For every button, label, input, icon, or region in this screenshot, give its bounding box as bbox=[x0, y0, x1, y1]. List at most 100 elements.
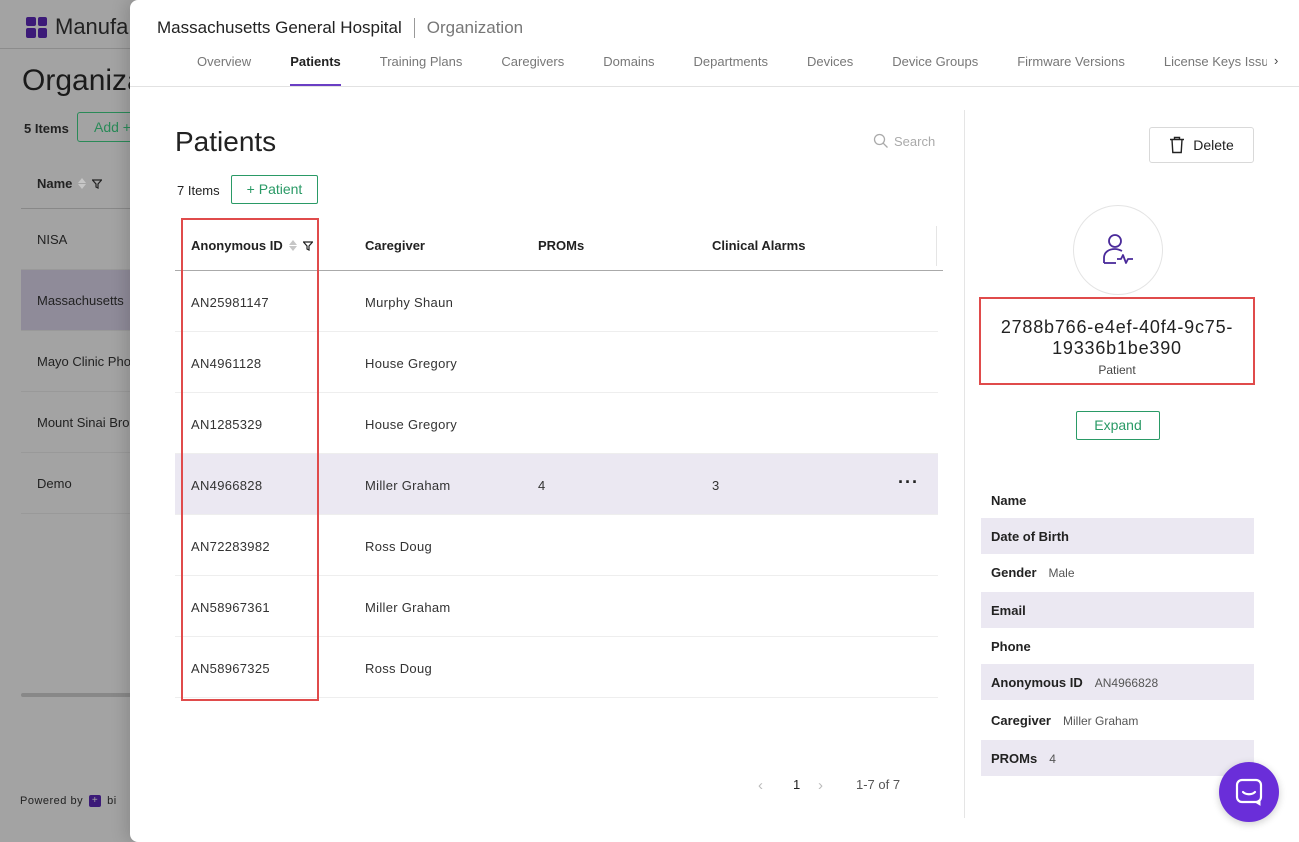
cell-anonymous-id: AN72283982 bbox=[191, 539, 270, 554]
column-anonymous-id[interactable]: Anonymous ID bbox=[191, 238, 313, 253]
cell-caregiver: House Gregory bbox=[365, 417, 458, 432]
sort-icon[interactable] bbox=[288, 240, 297, 251]
detail-key: Email bbox=[991, 603, 1026, 618]
background-row: Massachusetts bbox=[21, 270, 141, 331]
brand-logo-icon bbox=[26, 16, 47, 38]
column-divider bbox=[936, 226, 937, 266]
header-divider bbox=[0, 48, 140, 49]
detail-key: Name bbox=[991, 493, 1027, 508]
background-count: 5 Items bbox=[24, 121, 69, 136]
cell-anonymous-id: AN58967325 bbox=[191, 661, 270, 676]
brand-name: Manufa bbox=[55, 14, 129, 39]
chevron-right-icon[interactable]: › bbox=[1274, 53, 1278, 68]
table-row[interactable]: AN72283982 Ross Doug bbox=[175, 515, 938, 576]
patient-uuid: 2788b766-e4ef-40f4-9c75-19336b1be390 bbox=[1000, 317, 1234, 358]
column-proms: PROMs bbox=[538, 238, 585, 253]
table-row[interactable]: AN1285329 House Gregory bbox=[175, 393, 938, 454]
column-caregiver: Caregiver bbox=[365, 238, 425, 253]
powered-by-brand: bi bbox=[107, 795, 117, 807]
tab-bar: Overview Patients Training Plans Caregiv… bbox=[197, 54, 1267, 87]
avatar bbox=[1073, 205, 1163, 295]
tab-domains[interactable]: Domains bbox=[603, 54, 654, 86]
cell-proms: 4 bbox=[538, 478, 546, 493]
tab-caregivers[interactable]: Caregivers bbox=[501, 54, 564, 86]
delete-label: Delete bbox=[1193, 137, 1234, 153]
expand-button[interactable]: Expand bbox=[1076, 411, 1160, 440]
organization-drawer: Massachusetts General Hospital Organizat… bbox=[130, 0, 1299, 842]
breadcrumb-separator bbox=[413, 18, 415, 38]
filter-icon[interactable] bbox=[302, 240, 313, 251]
detail-anonymous-id: Anonymous ID AN4966828 bbox=[981, 664, 1254, 700]
powered-by-label: Powered by bbox=[20, 795, 84, 807]
detail-value: Male bbox=[1048, 566, 1075, 580]
delete-icon bbox=[1170, 136, 1185, 154]
cell-anonymous-id: AN25981147 bbox=[191, 295, 269, 310]
detail-email: Email bbox=[981, 592, 1254, 628]
add-patient-button[interactable]: + Patient bbox=[231, 175, 318, 204]
background-row: Mayo Clinic Pho bbox=[21, 331, 141, 392]
column-label: Anonymous ID bbox=[191, 238, 283, 253]
table-row[interactable]: AN58967325 Ross Doug bbox=[175, 637, 938, 698]
pagination-prev[interactable]: ‹ bbox=[758, 777, 763, 794]
tab-device-groups[interactable]: Device Groups bbox=[892, 54, 978, 86]
cell-clinical-alarms: 3 bbox=[712, 478, 720, 493]
cell-caregiver: Murphy Shaun bbox=[365, 295, 454, 310]
chat-icon bbox=[1235, 778, 1263, 806]
search-placeholder: Search bbox=[894, 133, 936, 149]
patient-icon bbox=[1103, 234, 1133, 264]
cell-anonymous-id: AN58967361 bbox=[191, 600, 270, 615]
breadcrumb: Massachusetts General Hospital Organizat… bbox=[157, 18, 523, 38]
detail-key: Phone bbox=[991, 639, 1031, 654]
table-row[interactable]: AN25981147 Murphy Shaun bbox=[175, 271, 938, 332]
detail-key: Caregiver bbox=[991, 713, 1051, 728]
page-title: Patients bbox=[175, 126, 277, 157]
table-header: Anonymous ID Caregiver PROMs Clinical Al… bbox=[175, 220, 943, 271]
cell-caregiver: Ross Doug bbox=[365, 539, 433, 554]
breadcrumb-section: Organization bbox=[426, 18, 524, 37]
items-count: 7 Items bbox=[177, 183, 220, 198]
detail-value: AN4966828 bbox=[1094, 676, 1159, 690]
cell-anonymous-id: AN4966828 bbox=[191, 478, 263, 493]
detail-caregiver: Caregiver Miller Graham bbox=[981, 702, 1254, 738]
breadcrumb-organization: Massachusetts General Hospital bbox=[157, 18, 402, 37]
more-options-icon[interactable]: ··· bbox=[898, 472, 919, 493]
tab-patients[interactable]: Patients bbox=[290, 54, 341, 86]
detail-name: Name bbox=[981, 482, 1254, 518]
background-row: Demo bbox=[21, 453, 141, 514]
detail-value: Miller Graham bbox=[1062, 714, 1139, 728]
delete-button[interactable]: Delete bbox=[1149, 127, 1254, 163]
background-row: Mount Sinai Bro bbox=[21, 392, 141, 453]
tab-firmware-versions[interactable]: Firmware Versions bbox=[1017, 54, 1125, 86]
detail-key: Date of Birth bbox=[991, 529, 1069, 544]
tab-devices[interactable]: Devices bbox=[807, 54, 853, 86]
detail-date-of-birth: Date of Birth bbox=[981, 518, 1254, 554]
pagination-page[interactable]: 1 bbox=[793, 777, 800, 792]
tab-departments[interactable]: Departments bbox=[694, 54, 768, 86]
filter-icon bbox=[92, 178, 103, 189]
detail-key: Gender bbox=[991, 565, 1037, 580]
background-scrollbar bbox=[21, 693, 141, 697]
chat-button[interactable] bbox=[1219, 762, 1279, 822]
drawer-header: Massachusetts General Hospital Organizat… bbox=[130, 0, 1299, 87]
tab-training-plans[interactable]: Training Plans bbox=[380, 54, 463, 86]
table-row[interactable]: AN4961128 House Gregory bbox=[175, 332, 938, 393]
sort-icon bbox=[78, 178, 87, 189]
table-row[interactable]: AN58967361 Miller Graham bbox=[175, 576, 938, 637]
background-row: NISA bbox=[21, 209, 141, 270]
powered-by: Powered by + bi bbox=[20, 795, 117, 807]
cell-anonymous-id: AN1285329 bbox=[191, 417, 263, 432]
panel-divider bbox=[964, 110, 965, 818]
pagination-next[interactable]: › bbox=[818, 777, 823, 794]
brand-logo: Manufa bbox=[26, 14, 128, 40]
pagination-range: 1-7 of 7 bbox=[856, 777, 901, 792]
cell-caregiver: House Gregory bbox=[365, 356, 458, 371]
cell-caregiver: Miller Graham bbox=[365, 478, 451, 493]
table-row-selected[interactable]: AN4966828 Miller Graham 4 3 ··· bbox=[175, 454, 938, 515]
detail-value: 4 bbox=[1049, 752, 1056, 766]
powered-by-logo-icon: + bbox=[89, 795, 102, 807]
cell-caregiver: Miller Graham bbox=[365, 600, 451, 615]
tab-license-keys[interactable]: License Keys Issu bbox=[1164, 54, 1267, 86]
column-clinical-alarms: Clinical Alarms bbox=[712, 238, 806, 253]
search-input[interactable]: Search bbox=[873, 133, 935, 149]
tab-overview[interactable]: Overview bbox=[197, 54, 251, 86]
